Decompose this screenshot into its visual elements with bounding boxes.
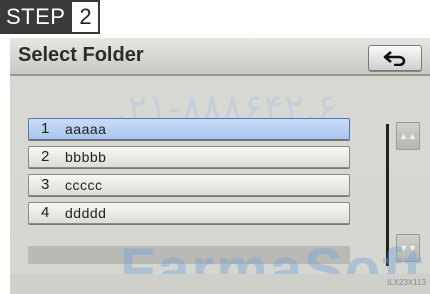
folder-name: bbbbb <box>65 149 107 165</box>
folder-list: 1 aaaaa 2 bbbbb 3 ccccc 4 ddddd <box>28 118 350 230</box>
navigation-screen: Select Folder .۲۱-۸۸۸۶۴۲.۶ 1 aaaaa 2 bbb… <box>10 38 430 294</box>
page-title: Select Folder <box>18 44 144 66</box>
folder-number: 1 <box>41 120 50 137</box>
folder-number: 2 <box>41 148 50 165</box>
scroll-up-button[interactable]: ▲▲ <box>396 122 420 150</box>
back-arrow-icon <box>383 51 406 66</box>
list-item[interactable]: 4 ddddd <box>28 202 350 224</box>
folder-name: ddddd <box>65 205 107 221</box>
folder-number: 3 <box>41 176 50 193</box>
list-item[interactable]: 3 ccccc <box>28 174 350 196</box>
step-label: STEP <box>0 0 71 34</box>
folder-name: aaaaa <box>65 121 107 137</box>
step-number: 2 <box>70 0 101 34</box>
image-code: ILX23X113 <box>387 278 426 287</box>
list-item[interactable]: 2 bbbbb <box>28 146 350 168</box>
screen-header: Select Folder <box>10 38 430 76</box>
back-button[interactable] <box>368 45 422 71</box>
list-item[interactable]: 1 aaaaa <box>28 118 350 140</box>
folder-name: ccccc <box>65 177 103 193</box>
folder-number: 4 <box>41 204 50 221</box>
footer-strip <box>10 274 430 294</box>
step-indicator: STEP 2 <box>0 0 101 34</box>
scroll-up-icon: ▲▲ <box>399 131 417 141</box>
